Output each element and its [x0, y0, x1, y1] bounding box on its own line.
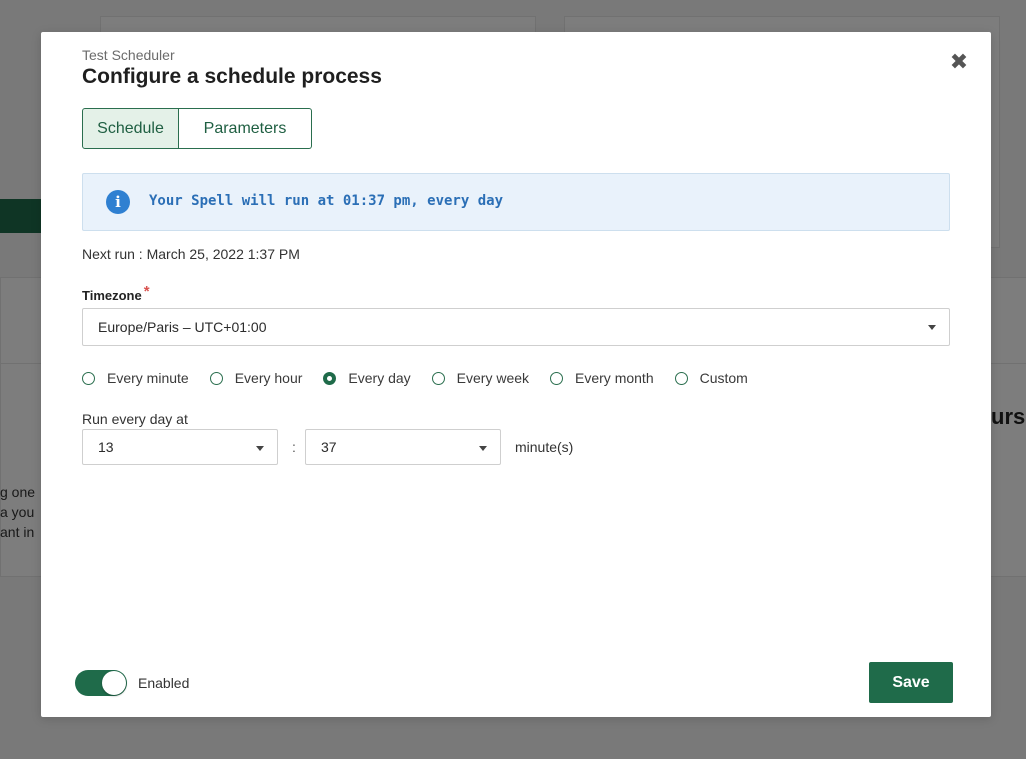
radio-button[interactable]	[431, 371, 445, 385]
tab-schedule[interactable]: Schedule	[82, 108, 179, 149]
radio-every-day[interactable]: Every day	[323, 370, 411, 386]
radio-custom[interactable]: Custom	[674, 370, 748, 386]
timezone-label: Timezone *	[82, 283, 150, 304]
timezone-select[interactable]: Europe/Paris – UTC+01:00	[82, 308, 950, 346]
chevron-down-icon	[479, 446, 487, 451]
radio-label: Every month	[575, 370, 654, 386]
info-message: Your Spell will run at 01:37 pm, every d…	[149, 193, 504, 209]
frequency-radio-group: Every minute Every hour Every day Every …	[82, 370, 769, 386]
chevron-down-icon	[928, 325, 936, 330]
radio-every-minute[interactable]: Every minute	[82, 370, 189, 386]
dialog-subtitle: Test Scheduler	[82, 47, 175, 63]
radio-button-selected[interactable]	[323, 371, 337, 385]
tab-parameters[interactable]: Parameters	[179, 108, 312, 149]
timezone-label-text: Timezone	[82, 288, 142, 303]
enabled-label: Enabled	[138, 675, 190, 691]
hour-value: 13	[98, 439, 114, 455]
minute-unit-label: minute(s)	[515, 439, 574, 455]
dialog-title: Configure a schedule process	[82, 65, 382, 88]
radio-label: Custom	[699, 370, 748, 386]
radio-label: Every minute	[107, 370, 189, 386]
close-icon[interactable]: ✖	[947, 50, 971, 74]
tab-bar: Schedule Parameters	[82, 108, 312, 149]
radio-every-week[interactable]: Every week	[431, 370, 530, 386]
required-marker: *	[143, 283, 150, 300]
radio-label: Every day	[348, 370, 411, 386]
toggle-knob	[102, 671, 126, 695]
run-at-label: Run every day at	[82, 411, 188, 427]
radio-label: Every week	[456, 370, 530, 386]
timezone-value: Europe/Paris – UTC+01:00	[98, 319, 267, 335]
time-separator: :	[292, 439, 296, 455]
radio-every-hour[interactable]: Every hour	[209, 370, 303, 386]
radio-button[interactable]	[550, 371, 564, 385]
info-banner: i Your Spell will run at 01:37 pm, every…	[82, 173, 950, 231]
hour-select[interactable]: 13	[82, 429, 278, 465]
radio-every-month[interactable]: Every month	[550, 370, 654, 386]
schedule-dialog: ✖ Test Scheduler Configure a schedule pr…	[41, 32, 991, 717]
minute-select[interactable]: 37	[305, 429, 501, 465]
radio-button[interactable]	[209, 371, 223, 385]
info-icon: i	[106, 190, 130, 214]
enabled-toggle[interactable]	[75, 670, 127, 696]
next-run-text: Next run : March 25, 2022 1:37 PM	[82, 246, 300, 262]
save-button[interactable]: Save	[869, 662, 953, 703]
radio-button[interactable]	[674, 371, 688, 385]
radio-label: Every hour	[234, 370, 303, 386]
radio-button[interactable]	[82, 371, 95, 385]
chevron-down-icon	[256, 446, 264, 451]
minute-value: 37	[321, 439, 337, 455]
